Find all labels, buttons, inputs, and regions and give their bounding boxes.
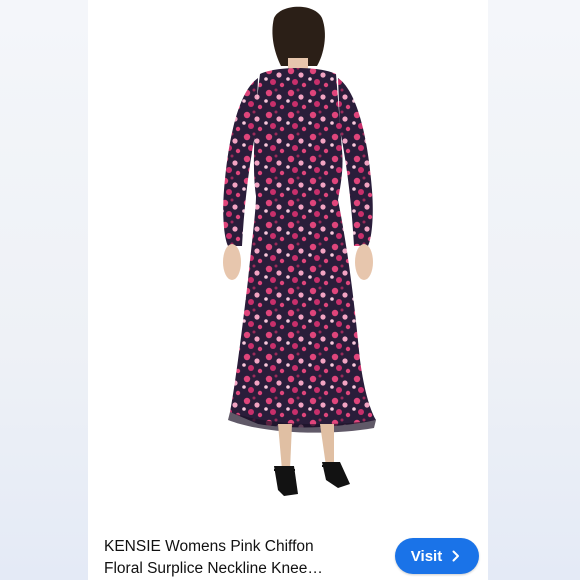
listing-title[interactable]: KENSIE Womens Pink Chiffon Floral Surpli… [104, 536, 364, 580]
listing-title-line2: Floral Surplice Neckline Knee… [104, 560, 323, 577]
chevron-right-icon [452, 550, 460, 562]
background-right [488, 0, 580, 580]
listing-title-line1: KENSIE Womens Pink Chiffon [104, 538, 314, 555]
product-card[interactable]: KENSIE Womens Pink Chiffon Floral Surpli… [88, 0, 488, 580]
listing-caption: KENSIE Womens Pink Chiffon Floral Surpli… [88, 522, 488, 580]
dress-photo [223, 6, 376, 496]
background-left [0, 0, 88, 580]
product-image[interactable] [88, 0, 488, 522]
visit-button-label: Visit [410, 547, 443, 565]
visit-button[interactable]: Visit [395, 538, 479, 574]
